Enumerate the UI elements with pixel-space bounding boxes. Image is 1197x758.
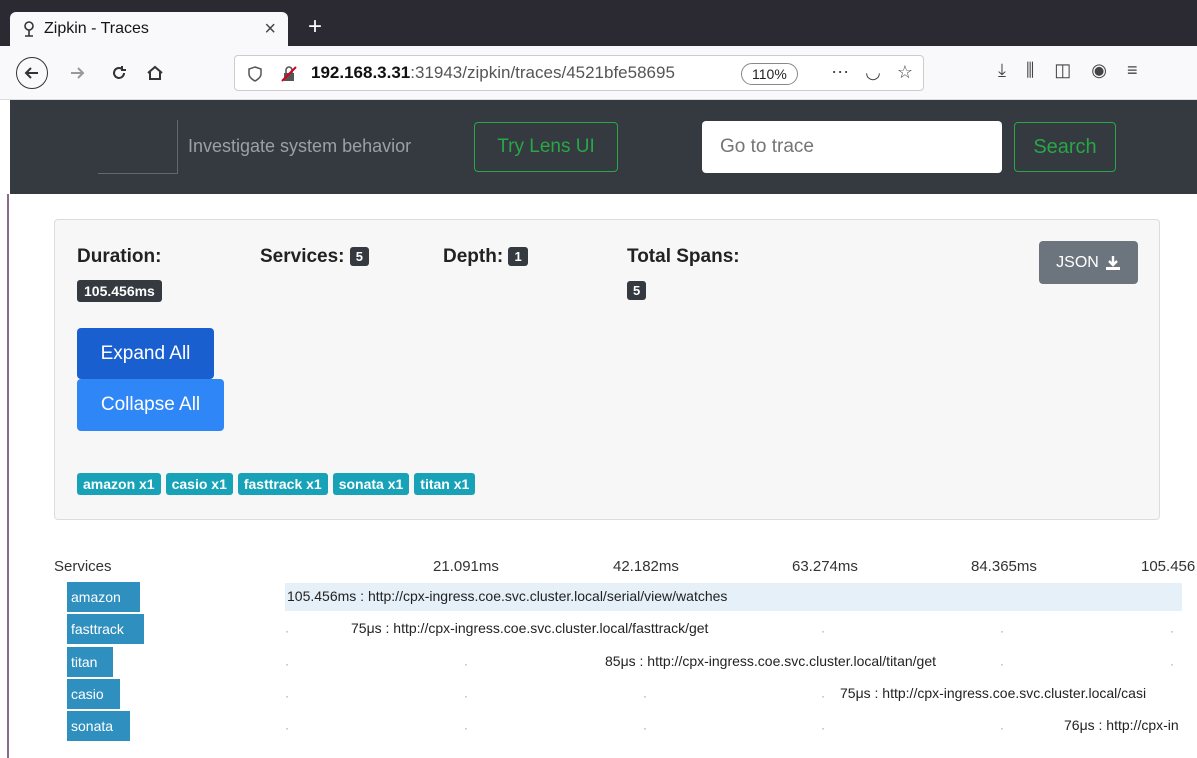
span-service-label: titan	[67, 647, 113, 677]
span-row[interactable]: titan · · 85μs : http://cpx-ingress.coe.…	[54, 647, 1197, 677]
time-tick: 21.091ms	[433, 558, 499, 575]
span-row[interactable]: casio · · · · 75μs : http://cpx-ingress.…	[54, 679, 1197, 709]
grid-dot: ·	[1000, 721, 1004, 735]
span-row[interactable]: sonata · · · · · 76μs : http://cpx-in	[54, 711, 1197, 741]
bookmark-star-icon[interactable]: ☆	[897, 62, 913, 83]
trace-timeline: Services 21.091ms 42.182ms 63.274ms 84.3…	[0, 550, 1197, 758]
sidebar-icon[interactable]: ◫	[1054, 60, 1071, 81]
pocket-icon[interactable]: ◡	[865, 62, 881, 83]
tab-title: Zipkin - Traces	[44, 20, 149, 37]
time-tick: 105.456	[1141, 558, 1196, 575]
zipkin-logo[interactable]	[98, 120, 178, 174]
service-tag-amazon[interactable]: amazon x1	[77, 473, 161, 495]
grid-dot: ·	[1000, 624, 1004, 638]
span-text: 75μs : http://cpx-ingress.coe.svc.cluste…	[351, 620, 709, 636]
more-actions-icon[interactable]: ⋯	[831, 62, 849, 83]
home-icon	[147, 65, 163, 80]
grid-dot: ·	[285, 689, 289, 703]
reload-button[interactable]	[104, 58, 134, 88]
grid-dot: ·	[285, 721, 289, 735]
time-tick: 42.182ms	[613, 558, 679, 575]
span-service-label: sonata	[67, 711, 130, 741]
url-host: 192.168.3.31	[311, 63, 411, 82]
depth-label: Depth:	[443, 246, 504, 267]
span-row[interactable]: fasttrack · 75μs : http://cpx-ingress.co…	[54, 614, 1197, 644]
grid-dot: ·	[464, 721, 468, 735]
duration-label: Duration:	[77, 246, 162, 267]
service-tag-casio[interactable]: casio x1	[165, 473, 233, 495]
search-button[interactable]: Search	[1014, 122, 1116, 172]
span-text: 75μs : http://cpx-ingress.coe.svc.cluste…	[840, 685, 1147, 701]
grid-dot: ·	[1170, 624, 1174, 638]
grid-dot: ·	[285, 624, 289, 638]
service-tag-sonata[interactable]: sonata x1	[332, 473, 410, 495]
home-button[interactable]	[140, 58, 170, 88]
grid-dot: ·	[821, 624, 825, 638]
arrow-right-icon	[71, 67, 85, 79]
download-icon[interactable]: ⤓	[998, 60, 1006, 81]
services-label: Services:	[260, 246, 345, 267]
close-tab-icon[interactable]: ×	[264, 18, 276, 41]
time-tick: 63.274ms	[792, 558, 858, 575]
total-spans-stat: Total Spans:	[627, 246, 740, 268]
grid-dot: ·	[1000, 657, 1004, 671]
depth-stat: Depth: 1	[443, 246, 528, 268]
grid-dot: ·	[821, 721, 825, 735]
service-tag-titan[interactable]: titan x1	[414, 473, 476, 495]
insecure-lock-icon	[281, 66, 297, 82]
span-text: 105.456ms : http://cpx-ingress.coe.svc.c…	[287, 588, 728, 604]
time-tick: 84.365ms	[971, 558, 1037, 575]
url-bar[interactable]: 192.168.3.31 :31943/zipkin/traces/4521bf…	[234, 55, 924, 91]
zoom-indicator[interactable]: 110%	[741, 63, 798, 85]
arrow-left-icon	[24, 67, 38, 79]
library-icon[interactable]: ⫼	[1026, 60, 1034, 81]
browser-tab[interactable]: Zipkin - Traces ×	[10, 12, 288, 46]
service-tag-fasttrack[interactable]: fasttrack x1	[237, 473, 328, 495]
services-stat: Services: 5	[260, 246, 370, 268]
grid-dot: ·	[464, 689, 468, 703]
forward-button[interactable]	[62, 58, 92, 88]
grid-dot: ·	[285, 657, 289, 671]
grid-dot: ·	[643, 689, 647, 703]
grid-dot: ·	[643, 721, 647, 735]
browser-tab-strip: Zipkin - Traces × +	[0, 0, 1197, 46]
span-service-label: casio	[67, 679, 120, 709]
expand-all-button[interactable]: Expand All	[77, 328, 214, 379]
grid-dot: ·	[1170, 657, 1174, 671]
span-text: 85μs : http://cpx-ingress.coe.svc.cluste…	[605, 653, 936, 669]
duration-badge: 105.456ms	[77, 280, 162, 302]
zipkin-navbar: Investigate system behavior Try Lens UI …	[10, 100, 1197, 194]
trace-summary-panel: Duration: 105.456ms Services: 5 Depth: 1…	[54, 219, 1160, 520]
new-tab-button[interactable]: +	[300, 12, 330, 42]
menu-icon[interactable]: ≡	[1127, 60, 1138, 81]
go-to-trace-input[interactable]	[702, 121, 1002, 173]
reload-icon	[113, 66, 126, 79]
account-icon[interactable]: ◉	[1091, 60, 1107, 81]
total-spans-label: Total Spans:	[627, 246, 740, 267]
json-button-label: JSON	[1056, 253, 1099, 271]
download-icon	[1105, 255, 1120, 270]
services-column-header: Services	[54, 558, 112, 575]
back-button[interactable]	[16, 57, 48, 89]
span-service-label: fasttrack	[67, 614, 144, 644]
services-count-badge: 5	[349, 247, 370, 267]
depth-badge: 1	[508, 247, 528, 267]
service-tag-list: amazon x1 casio x1 fasttrack x1 sonata x…	[77, 473, 476, 495]
span-row[interactable]: amazon 105.456ms : http://cpx-ingress.co…	[54, 582, 1197, 612]
shield-icon	[248, 66, 262, 82]
json-download-button[interactable]: JSON	[1039, 241, 1138, 284]
grid-dot: ·	[821, 689, 825, 703]
url-path: :31943/zipkin/traces/4521bfe58695	[410, 63, 675, 82]
duration-stat: Duration:	[77, 246, 161, 268]
total-spans-badge: 5	[627, 281, 647, 300]
browser-toolbar: 192.168.3.31 :31943/zipkin/traces/4521bf…	[0, 46, 1197, 100]
zipkin-favicon-icon	[24, 21, 34, 37]
span-service-label: amazon	[67, 582, 140, 612]
grid-dot: ·	[464, 657, 468, 671]
collapse-all-button[interactable]: Collapse All	[77, 379, 224, 431]
tagline: Investigate system behavior	[188, 136, 412, 156]
try-lens-ui-button[interactable]: Try Lens UI	[474, 122, 618, 172]
span-text: 76μs : http://cpx-in	[1064, 717, 1179, 733]
